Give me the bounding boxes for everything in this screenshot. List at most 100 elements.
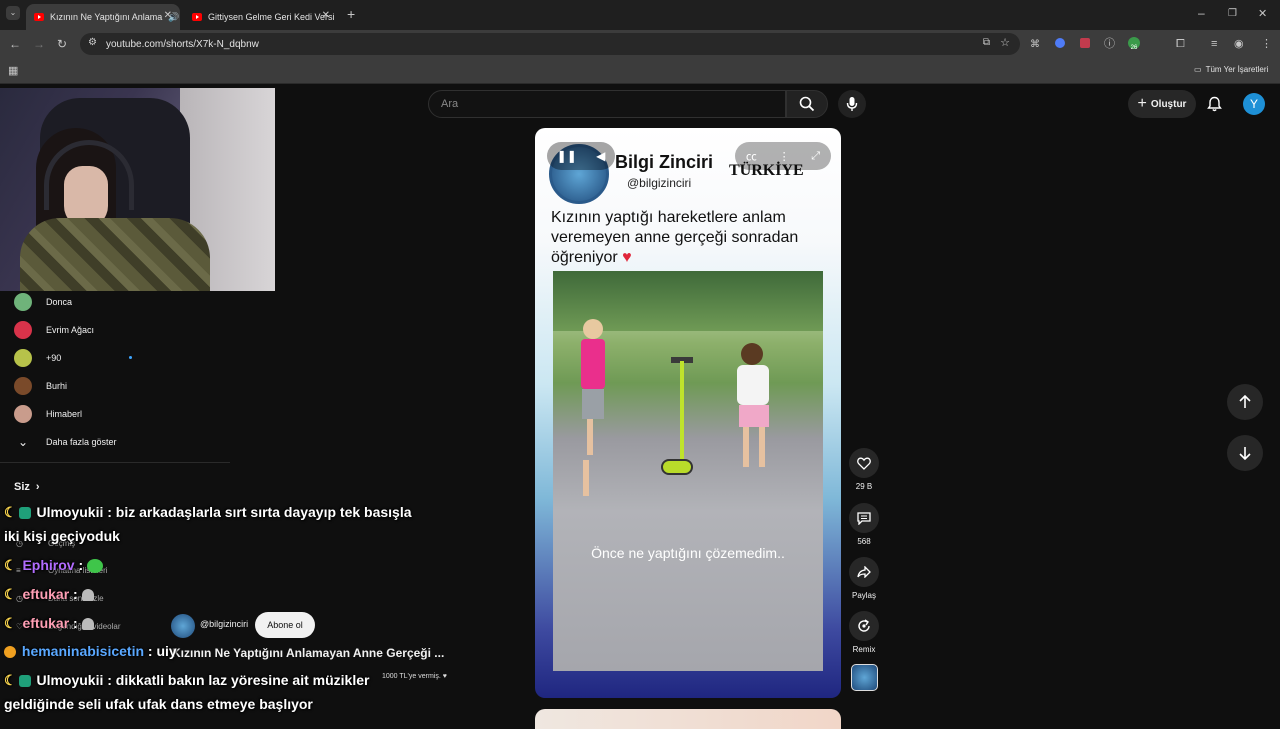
- reload-icon[interactable]: ↻: [57, 37, 67, 51]
- bottom-channel-handle[interactable]: @bilgizinciri: [200, 619, 248, 629]
- chat-username: Ulmoyukii: [36, 672, 104, 688]
- webcam-overlay: [0, 88, 275, 291]
- minimize-icon[interactable]: –: [1198, 6, 1205, 20]
- subscribe-button[interactable]: Abone ol: [255, 612, 315, 638]
- chevron-down-icon: ⌄: [17, 435, 29, 449]
- scene-girl-left: [581, 319, 605, 496]
- comment-action[interactable]: 568: [849, 503, 879, 546]
- show-more-button[interactable]: ⌄ Daha fazla göster: [14, 432, 117, 452]
- restore-icon[interactable]: ❐: [1228, 7, 1237, 21]
- overlay-channel-handle: @bilgizinciri: [627, 176, 692, 190]
- channel-avatar: [14, 405, 32, 423]
- new-tab-icon[interactable]: +: [347, 7, 355, 21]
- chat-message: ☾ Ephirov :: [4, 553, 104, 577]
- create-button[interactable]: + Oluştur: [1128, 90, 1196, 118]
- search-button[interactable]: [786, 90, 828, 118]
- extension-icon[interactable]: ⌘: [1030, 38, 1040, 52]
- previous-short-button[interactable]: [1227, 384, 1263, 420]
- create-label: Oluştur: [1150, 98, 1187, 110]
- webcam-person-shirt: [20, 218, 210, 291]
- extensions-puzzle-icon[interactable]: ⧠: [1176, 37, 1185, 51]
- share-button[interactable]: [849, 557, 879, 587]
- arrow-up-icon: [1239, 395, 1251, 408]
- profile-icon[interactable]: ◉: [1234, 37, 1244, 51]
- more-options-icon[interactable]: ⋮: [779, 150, 790, 163]
- short-overlay-title: Kızının yaptığı hareketlere anlam vereme…: [551, 208, 831, 268]
- apps-grid-icon[interactable]: ▦: [8, 64, 18, 78]
- remix-icon: [858, 619, 870, 632]
- address-bar[interactable]: ⚙ youtube.com/shorts/X7k-N_dqbnw ⧉ ☆: [80, 33, 1020, 55]
- moon-badge-icon: ☾: [4, 672, 17, 688]
- sidebar-item-evrim-agaci[interactable]: Evrim Ağacı: [14, 320, 94, 340]
- chat-username: Ephirov: [22, 557, 75, 573]
- account-avatar[interactable]: Y: [1243, 93, 1265, 115]
- audio-source-thumbnail[interactable]: [851, 664, 878, 691]
- sidebar-item-label: Donca: [46, 297, 73, 307]
- extension-blue-icon[interactable]: [1055, 38, 1065, 48]
- site-info-icon[interactable]: ⚙: [88, 37, 97, 48]
- close-tab-icon[interactable]: ✕: [164, 10, 172, 21]
- ghost-emote-icon: [81, 589, 94, 602]
- short-video-player[interactable]: Bilgi Zinciri @bilgizinciri TÜRKİYE ❚❚ ◀…: [535, 128, 841, 698]
- extension-red-icon[interactable]: [1080, 38, 1090, 48]
- chat-username: Ulmoyukii: [36, 504, 104, 520]
- sub-badge-icon: [18, 507, 31, 520]
- chat-text: :: [69, 586, 78, 602]
- media-control-icon[interactable]: ≡: [1211, 37, 1217, 51]
- volume-icon[interactable]: ◀: [596, 149, 605, 163]
- info-badge-icon: [4, 646, 16, 659]
- moon-badge-icon: ☾: [4, 586, 17, 602]
- pause-icon[interactable]: ❚❚: [557, 149, 577, 163]
- bottom-channel-avatar[interactable]: [171, 614, 195, 638]
- share-icon: [857, 566, 871, 578]
- sidebar-item-donca[interactable]: Donca: [14, 292, 72, 312]
- bookmark-star-icon[interactable]: ☆: [1000, 36, 1010, 49]
- avatar-letter: Y: [1249, 97, 1258, 111]
- notifications-bell-icon[interactable]: [1207, 96, 1222, 112]
- next-short-preview[interactable]: [535, 709, 841, 729]
- forward-icon[interactable]: →: [33, 37, 45, 51]
- tab-inactive[interactable]: Gittiysen Gelme Geri Kedi Versi ✕: [184, 4, 338, 30]
- close-tab-icon[interactable]: ✕: [322, 10, 330, 21]
- sidebar-item-plus90[interactable]: +90: [14, 348, 132, 368]
- share-action[interactable]: Paylaş: [849, 557, 879, 600]
- tab-title: Kızının Ne Yaptığını Anlama: [50, 12, 163, 22]
- fullscreen-icon[interactable]: ⤢: [811, 150, 820, 163]
- you-section-header[interactable]: Siz ›: [14, 477, 40, 497]
- moon-badge-icon: ☾: [4, 504, 17, 520]
- menu-kebab-icon[interactable]: ⋮: [1261, 37, 1272, 51]
- like-action[interactable]: 29 B: [849, 448, 879, 491]
- back-icon[interactable]: ←: [9, 37, 21, 51]
- arrow-down-icon: [1239, 447, 1251, 460]
- search-input[interactable]: Ara: [428, 90, 786, 118]
- sub-badge-icon: [18, 675, 31, 688]
- youtube-favicon-icon: [192, 13, 202, 21]
- remix-action[interactable]: Remix: [849, 611, 879, 654]
- chat-message: hemaninabisicetin : uiy: [4, 639, 177, 663]
- install-app-icon[interactable]: ⧉: [983, 37, 990, 48]
- chat-text: : dikkatli bakın laz yöresine ait müzikl…: [103, 672, 370, 688]
- scene-scooter: [657, 357, 697, 487]
- tab-search-icon[interactable]: ⌄: [6, 6, 20, 20]
- url-text: youtube.com/shorts/X7k-N_dqbnw: [106, 38, 259, 50]
- chat-text: :: [69, 615, 78, 631]
- captions-icon[interactable]: ㏄: [746, 148, 757, 164]
- sidebar-item-burhi[interactable]: Burhi: [14, 376, 67, 396]
- microphone-icon: [846, 97, 858, 111]
- next-short-button[interactable]: [1227, 435, 1263, 471]
- voice-search-button[interactable]: [838, 90, 866, 118]
- chat-message: ☾ eftukar :: [4, 582, 94, 606]
- extension-info-icon[interactable]: ⓘ: [1104, 37, 1115, 51]
- video-subtitle: Önce ne yaptığını çözemedim..: [591, 545, 785, 561]
- sidebar-item-himaberl[interactable]: Himaberl: [14, 404, 82, 424]
- all-bookmarks-folder[interactable]: ▭ Tüm Yer İşaretleri: [1194, 65, 1268, 74]
- remix-button[interactable]: [849, 611, 879, 641]
- tab-active[interactable]: Kızının Ne Yaptığını Anlama 🔊 ✕: [26, 4, 180, 30]
- short-video-title[interactable]: Kızının Ne Yaptığını Anlamayan Anne Gerç…: [172, 646, 444, 660]
- window-close-icon[interactable]: ✕: [1258, 7, 1267, 21]
- like-button[interactable]: [849, 448, 879, 478]
- extension-green-icon[interactable]: 26: [1128, 37, 1140, 51]
- chevron-right-icon: ›: [35, 481, 40, 493]
- plus-icon: +: [1137, 95, 1147, 112]
- comment-button[interactable]: [849, 503, 879, 533]
